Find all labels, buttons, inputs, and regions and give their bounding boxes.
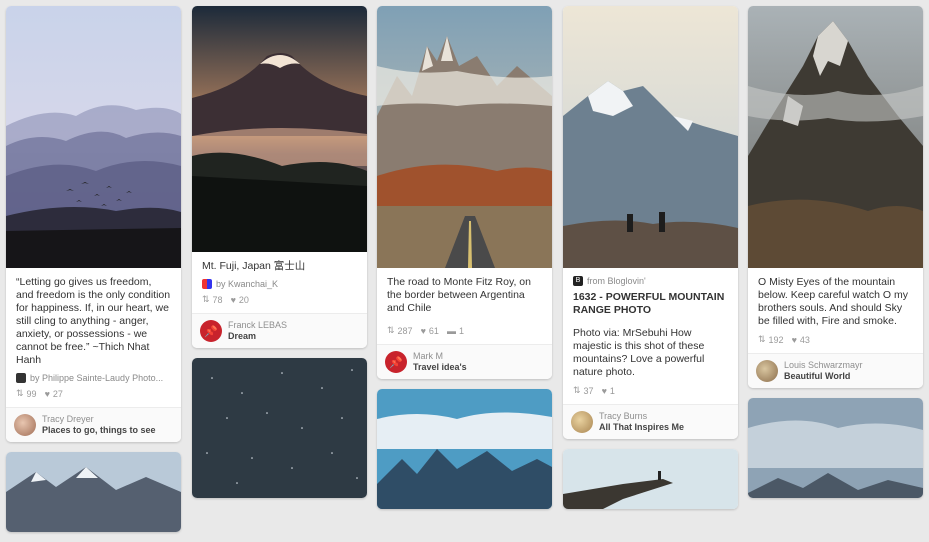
pin-board[interactable]: Tracy Burns All That Inspires Me [563,404,738,439]
pin-description: “Letting go gives us freedom, and freedo… [16,276,171,366]
pin-description: O Misty Eyes of the mountain below. Keep… [758,276,908,327]
pin-image-mount-fuji[interactable] [192,6,367,252]
column-4: B from Bloglovin' 1632 - POWERFUL MOUNTA… [563,6,738,519]
pin-card[interactable] [748,398,923,498]
repin-icon: ⇅ [16,388,24,398]
pin-card[interactable] [563,449,738,509]
like-count: ♥ 43 [791,334,810,345]
like-count: ♥ 1 [601,385,615,396]
pinner-name[interactable]: Franck LEBAS [228,320,287,331]
pin-source[interactable]: by Philippe Sainte-Laudy Photo... [6,371,181,386]
pushpin-icon: 📌 [389,356,403,369]
pin-image-cloudy-peaks[interactable] [748,398,923,498]
pin-stats: ⇅ 99 ♥ 27 [6,386,181,407]
heart-icon: ♥ [601,385,607,396]
avatar[interactable]: 📌 [200,320,222,342]
heart-icon: ♥ [420,325,426,336]
pin-card[interactable]: B from Bloglovin' 1632 - POWERFUL MOUNTA… [563,6,738,439]
flickr-icon [202,279,212,289]
pin-image-snow-peaks[interactable] [6,452,181,532]
source-icon [16,373,26,383]
pinner-name[interactable]: Mark M [413,351,467,362]
pinner-name[interactable]: Tracy Burns [599,411,684,422]
pin-source[interactable]: B from Bloglovin' [563,268,738,289]
like-count: ♥ 61 [420,325,439,336]
board-name[interactable]: All That Inspires Me [599,422,684,433]
repin-icon: ⇅ [758,334,766,344]
pin-stats: ⇅ 78 ♥ 20 [192,292,367,313]
pin-board[interactable]: Louis Schwarzmayr Beautiful World [748,353,923,388]
pin-board[interactable]: 📌 Mark M Travel idea's [377,344,552,379]
pin-source-label: by Philippe Sainte-Laudy Photo... [30,373,164,383]
repin-count: ⇅ 287 [387,325,413,336]
pin-description: Mt. Fuji, Japan 富士山 [202,260,306,272]
pin-image-misty-mountains[interactable] [6,6,181,268]
pin-source-label: from Bloglovin' [587,276,646,286]
pin-description: The road to Monte Fitz Roy, on the borde… [387,276,531,314]
pin-title: 1632 - POWERFUL MOUNTAIN RANGE PHOTO [573,291,725,316]
avatar[interactable] [571,411,593,433]
board-name[interactable]: Dream [228,331,287,342]
board-name[interactable]: Beautiful World [784,371,863,382]
pin-image-hikers-mountain-range[interactable] [563,6,738,268]
pin-card[interactable]: O Misty Eyes of the mountain below. Keep… [748,6,923,388]
repin-count: ⇅ 192 [758,334,784,345]
like-count: ♥ 27 [44,388,63,399]
board-name[interactable]: Travel idea's [413,362,467,373]
repin-icon: ⇅ [387,325,395,335]
repin-count: ⇅ 37 [573,385,594,396]
like-count: ♥ 20 [230,294,249,305]
pin-image-blue-peaks[interactable] [377,389,552,509]
heart-icon: ♥ [230,294,236,305]
repin-count: ⇅ 78 [202,294,223,305]
heart-icon: ♥ [44,388,50,399]
comment-icon: ▬ [446,325,456,336]
pin-stats: ⇅ 37 ♥ 1 [563,383,738,404]
pin-stats: ⇅ 287 ♥ 61 ▬ 1 [377,319,552,344]
pinner-name[interactable]: Louis Schwarzmayr [784,360,863,371]
pin-card[interactable] [192,358,367,498]
repin-icon: ⇅ [202,294,210,304]
pin-image-starry-sky[interactable] [192,358,367,498]
comment-count: ▬ 1 [446,325,464,336]
repin-icon: ⇅ [573,385,581,395]
repin-count: ⇅ 99 [16,388,37,399]
bloglovin-icon: B [573,276,583,286]
column-5: O Misty Eyes of the mountain below. Keep… [748,6,923,508]
avatar[interactable] [756,360,778,382]
avatar[interactable] [14,414,36,436]
pushpin-icon: 📌 [204,325,218,338]
heart-icon: ♥ [791,334,797,345]
pin-image-fitz-roy-road[interactable] [377,6,552,268]
pin-board[interactable]: Tracy Dreyer Places to go, things to see [6,407,181,442]
pin-image-cliff-edge[interactable] [563,449,738,509]
pin-card[interactable]: The road to Monte Fitz Roy, on the borde… [377,6,552,379]
pin-stats: ⇅ 192 ♥ 43 [748,332,923,353]
avatar[interactable]: 📌 [385,351,407,373]
pin-source[interactable]: by Kwanchai_K [192,277,367,292]
pinner-name[interactable]: Tracy Dreyer [42,414,156,425]
pin-source-label: by Kwanchai_K [216,279,279,289]
column-1: “Letting go gives us freedom, and freedo… [6,6,181,542]
pin-description: Photo via: MrSebuhi How majestic is this… [573,327,705,378]
pin-board[interactable]: 📌 Franck LEBAS Dream [192,313,367,348]
pin-card[interactable]: “Letting go gives us freedom, and freedo… [6,6,181,442]
column-3: The road to Monte Fitz Roy, on the borde… [377,6,552,519]
pin-image-misty-peak[interactable] [748,6,923,268]
pin-card[interactable] [377,389,552,509]
pin-card[interactable]: Mt. Fuji, Japan 富士山 by Kwanchai_K ⇅ 78 ♥ 2… [192,6,367,348]
board-name[interactable]: Places to go, things to see [42,425,156,436]
pin-card[interactable] [6,452,181,532]
column-2: Mt. Fuji, Japan 富士山 by Kwanchai_K ⇅ 78 ♥ 2… [192,6,367,508]
